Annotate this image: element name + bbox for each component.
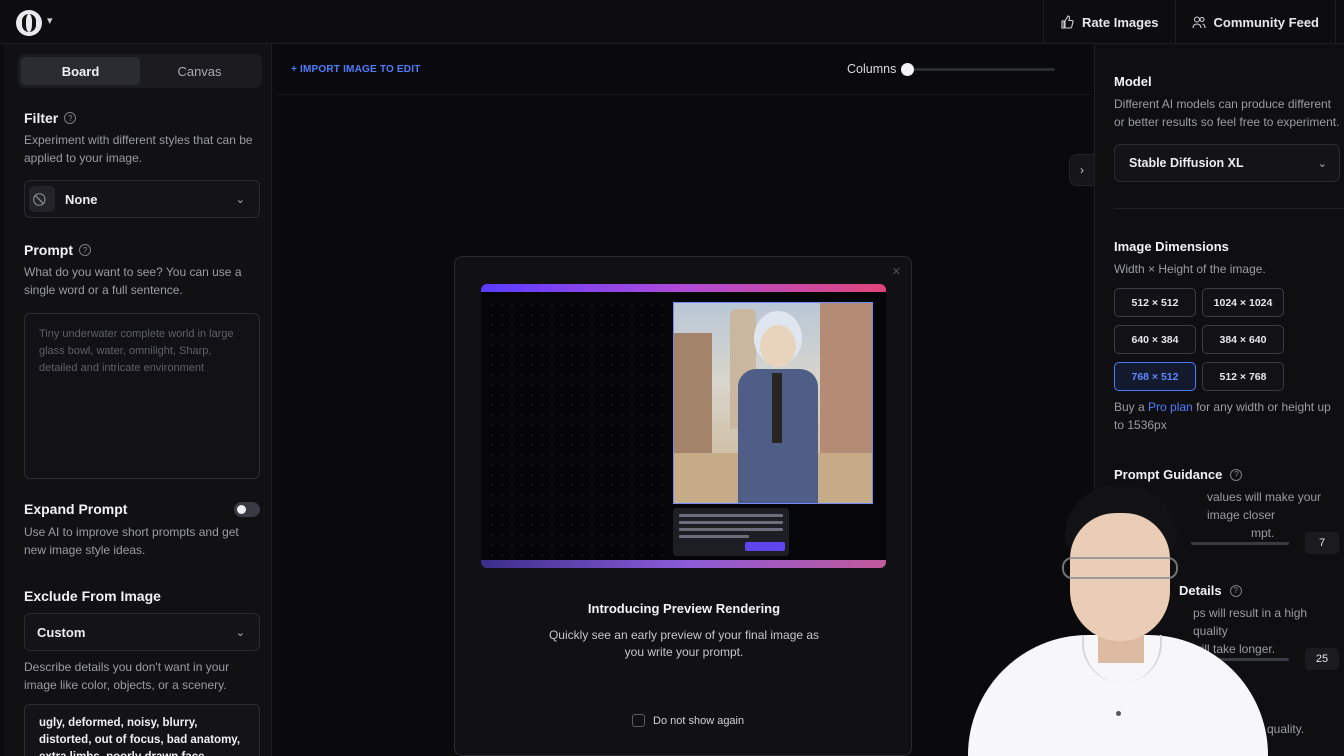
chevron-down-icon[interactable]: ▾ bbox=[47, 14, 53, 27]
filter-select[interactable]: ⃠ None ⌄ bbox=[24, 180, 260, 218]
expand-prompt-toggle[interactable] bbox=[234, 502, 260, 517]
dimensions-title: Image Dimensions bbox=[1114, 239, 1229, 254]
close-icon[interactable]: ✕ bbox=[892, 265, 901, 278]
guidance-heading: Prompt Guidance ? bbox=[1114, 467, 1243, 482]
import-image-button[interactable]: + IMPORT IMAGE TO EDIT bbox=[291, 64, 421, 75]
filter-heading: Filter ? bbox=[24, 110, 77, 126]
do-not-show-again[interactable]: Do not show again bbox=[632, 714, 744, 727]
model-value: Stable Diffusion XL bbox=[1129, 156, 1244, 170]
prohibited-icon: ⃠ bbox=[29, 186, 55, 212]
more-button[interactable] bbox=[1335, 0, 1344, 44]
do-not-show-label: Do not show again bbox=[653, 714, 745, 727]
top-nav: Rate Images Community Feed bbox=[1042, 0, 1344, 44]
chevron-down-icon: ⌄ bbox=[235, 627, 245, 639]
prompt-title: Prompt bbox=[24, 242, 73, 258]
exclude-description: Describe details you don't want in your … bbox=[24, 660, 230, 692]
top-bar: ▾ Rate Images Community Feed bbox=[0, 0, 1344, 44]
presenter-webcam bbox=[960, 485, 1344, 756]
modal-title: Introducing Preview Rendering bbox=[587, 601, 781, 616]
tab-canvas[interactable]: Canvas bbox=[140, 57, 259, 85]
columns-label: Columns bbox=[847, 62, 897, 76]
dimension-640x384[interactable]: 640 × 384 bbox=[1114, 325, 1196, 354]
prompt-ui-snippet bbox=[673, 508, 789, 556]
model-title: Model bbox=[1114, 74, 1152, 89]
view-mode-toggle: Board Canvas bbox=[18, 54, 262, 88]
modal-description: Quickly see an early preview of your fin… bbox=[548, 628, 820, 659]
filter-value: None bbox=[65, 191, 98, 207]
dimension-512x512[interactable]: 512 × 512 bbox=[1114, 288, 1196, 317]
exclude-select[interactable]: Custom ⌄ bbox=[24, 613, 260, 651]
community-feed-label: Community Feed bbox=[1213, 14, 1319, 30]
divider bbox=[1114, 208, 1344, 209]
model-description: Different AI models can produce differen… bbox=[1114, 97, 1340, 129]
prompt-description: What do you want to see? You can use a s… bbox=[24, 265, 242, 297]
preview-illustration bbox=[481, 284, 886, 568]
columns-slider[interactable] bbox=[901, 63, 1055, 76]
dimension-768x512[interactable]: 768 × 512 bbox=[1114, 362, 1196, 391]
help-icon[interactable]: ? bbox=[1230, 468, 1243, 481]
pro-plan-link[interactable]: Pro plan bbox=[1148, 400, 1193, 414]
users-icon bbox=[1191, 15, 1206, 29]
pro-plan-note: Buy a Pro plan for any width or height u… bbox=[1114, 398, 1342, 434]
checkbox[interactable] bbox=[632, 714, 645, 727]
pro-prefix: Buy a bbox=[1114, 400, 1145, 414]
dimension-384x640[interactable]: 384 × 640 bbox=[1202, 325, 1284, 354]
tab-board[interactable]: Board bbox=[21, 57, 140, 85]
anime-character-image bbox=[673, 302, 873, 504]
dimension-1024x1024[interactable]: 1024 × 1024 bbox=[1202, 288, 1284, 317]
prompt-input[interactable]: Tiny underwater complete world in large … bbox=[24, 313, 260, 479]
preview-rendering-modal: ✕ Introducing Preview Rendering Quickly … bbox=[454, 256, 912, 756]
filter-description: Experiment with different styles that ca… bbox=[24, 133, 253, 165]
app-logo[interactable] bbox=[16, 10, 42, 36]
chevron-down-icon: ⌄ bbox=[235, 194, 245, 206]
thumbs-up-icon bbox=[1060, 15, 1074, 29]
help-icon[interactable]: ? bbox=[79, 244, 91, 256]
rate-images-button[interactable]: Rate Images bbox=[1042, 0, 1175, 44]
filter-title: Filter bbox=[24, 110, 59, 126]
expand-panel-button[interactable]: › bbox=[1069, 154, 1095, 186]
rate-images-label: Rate Images bbox=[1081, 14, 1159, 30]
left-sidebar: Board Canvas Filter ? Experiment with di… bbox=[4, 44, 272, 756]
exclude-title: Exclude From Image bbox=[24, 588, 161, 604]
prompt-heading: Prompt ? bbox=[24, 242, 91, 258]
chevron-right-icon: › bbox=[1080, 163, 1084, 177]
chevron-down-icon: ⌄ bbox=[1317, 158, 1327, 170]
dimension-512x768[interactable]: 512 × 768 bbox=[1202, 362, 1284, 391]
board-toolbar: + IMPORT IMAGE TO EDIT Columns bbox=[277, 44, 1090, 95]
help-icon[interactable]: ? bbox=[64, 112, 77, 124]
exclude-value: Custom bbox=[37, 624, 86, 640]
dimension-options: 512 × 512 1024 × 1024 640 × 384 384 × 64… bbox=[1114, 288, 1284, 391]
pro-suffix: for any width or height up to 1536px bbox=[1114, 400, 1331, 432]
dimensions-description: Width × Height of the image. bbox=[1114, 262, 1266, 276]
expand-prompt-title: Expand Prompt bbox=[24, 501, 128, 517]
negative-prompt-input[interactable]: ugly, deformed, noisy, blurry, distorted… bbox=[24, 704, 260, 756]
model-select[interactable]: Stable Diffusion XL ⌄ bbox=[1114, 144, 1340, 182]
guidance-title: Prompt Guidance bbox=[1114, 467, 1223, 482]
expand-prompt-description: Use AI to improve short prompts and get … bbox=[24, 525, 239, 557]
slider-knob[interactable] bbox=[901, 63, 914, 76]
community-feed-button[interactable]: Community Feed bbox=[1174, 0, 1335, 44]
